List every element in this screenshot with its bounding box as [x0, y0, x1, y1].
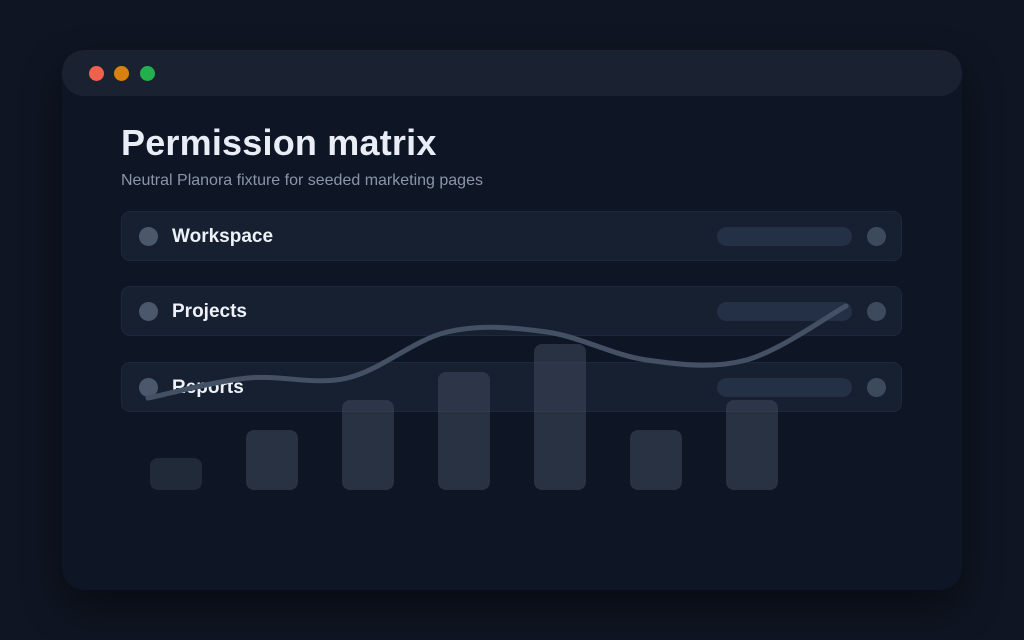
- row-label: Workspace: [172, 226, 274, 247]
- row-placeholder-bar: [717, 227, 852, 246]
- page-subtitle: Neutral Planora fixture for seeded marke…: [121, 172, 483, 189]
- permission-row-reports[interactable]: Reports: [121, 362, 902, 412]
- row-toggle[interactable]: [867, 302, 886, 321]
- row-label: Projects: [172, 301, 247, 322]
- permission-row-workspace[interactable]: Workspace: [121, 211, 902, 261]
- chart-bar: [726, 400, 778, 490]
- row-label: Reports: [172, 377, 244, 398]
- chart-bar: [630, 430, 682, 490]
- row-status-dot: [139, 227, 158, 246]
- row-status-dot: [139, 302, 158, 321]
- app-window: Permission matrix Neutral Planora fixtur…: [62, 50, 962, 590]
- page-title: Permission matrix: [121, 122, 437, 163]
- minimize-window-button[interactable]: [114, 66, 129, 81]
- chart-bar: [150, 458, 202, 490]
- row-placeholder-bar: [717, 378, 852, 397]
- chart-bar: [246, 430, 298, 490]
- permission-row-projects[interactable]: Projects: [121, 286, 902, 336]
- close-window-button[interactable]: [89, 66, 104, 81]
- window-titlebar: [62, 50, 962, 96]
- row-toggle[interactable]: [867, 378, 886, 397]
- row-placeholder-bar: [717, 302, 852, 321]
- chart-bar: [342, 400, 394, 490]
- row-status-dot: [139, 378, 158, 397]
- maximize-window-button[interactable]: [140, 66, 155, 81]
- row-toggle[interactable]: [867, 227, 886, 246]
